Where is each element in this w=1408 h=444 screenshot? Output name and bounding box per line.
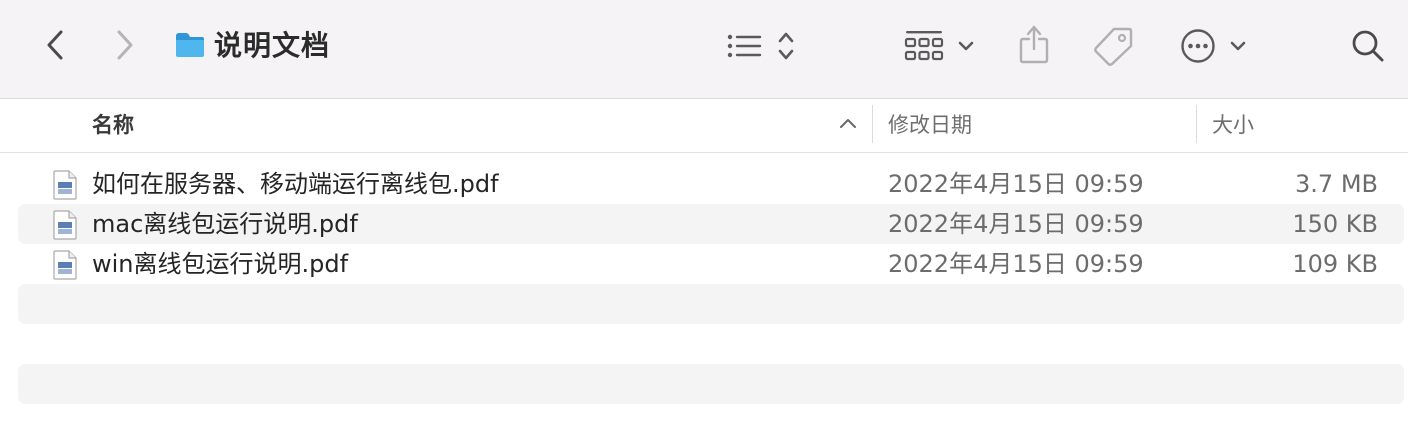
finder-window: 说明文档 名称 修改日期 大小 如何在服务器、移动端运行离线包.pdf 2022… [0, 0, 1408, 444]
pdf-file-icon [53, 170, 77, 200]
column-header-size[interactable]: 大小 [1212, 99, 1254, 152]
column-divider[interactable] [872, 105, 873, 143]
grid-group-icon [904, 31, 944, 61]
toolbar: 说明文档 [0, 0, 1408, 99]
file-name: win离线包运行说明.pdf [92, 250, 349, 278]
chevron-up-icon [840, 119, 856, 128]
file-size: 109 KB [1292, 250, 1378, 278]
tag-icon [1094, 27, 1133, 66]
column-header-row: 名称 修改日期 大小 [0, 99, 1408, 153]
more-actions-button[interactable] [1178, 26, 1218, 66]
search-icon [1352, 30, 1384, 62]
column-header-date[interactable]: 修改日期 [888, 99, 972, 152]
file-size: 3.7 MB [1295, 170, 1378, 198]
back-button[interactable] [38, 26, 72, 64]
empty-row [18, 364, 1404, 404]
file-date: 2022年4月15日 09:59 [888, 210, 1144, 238]
empty-row [18, 284, 1404, 324]
chevron-right-icon [117, 30, 133, 60]
pdf-file-icon [53, 250, 77, 280]
ellipsis-circle-icon [1181, 29, 1215, 63]
sort-ascending-indicator[interactable] [838, 115, 858, 134]
share-icon [1019, 25, 1049, 64]
view-options-button[interactable] [774, 28, 798, 64]
up-down-chevron-icon [778, 32, 794, 60]
window-title: 说明文档 [214, 29, 331, 62]
list-view-button[interactable] [724, 28, 764, 64]
file-row[interactable]: 如何在服务器、移动端运行离线包.pdf 2022年4月15日 09:59 3.7… [18, 164, 1404, 204]
folder-icon [174, 30, 206, 60]
chevron-left-icon [47, 30, 63, 60]
file-size: 150 KB [1292, 210, 1378, 238]
column-divider[interactable] [1196, 105, 1197, 143]
pdf-file-icon [53, 210, 77, 240]
search-button[interactable] [1348, 26, 1388, 66]
file-name: mac离线包运行说明.pdf [92, 210, 358, 238]
chevron-down-icon [1230, 41, 1246, 51]
group-button[interactable] [902, 26, 946, 66]
share-button[interactable] [1016, 22, 1052, 66]
empty-row [18, 324, 1404, 364]
chevron-down-icon [958, 41, 974, 51]
file-date: 2022年4月15日 09:59 [888, 250, 1144, 278]
column-header-name[interactable]: 名称 [92, 99, 134, 152]
file-date: 2022年4月15日 09:59 [888, 170, 1144, 198]
list-view-icon [727, 34, 762, 58]
file-row[interactable]: win离线包运行说明.pdf 2022年4月15日 09:59 109 KB [18, 244, 1404, 284]
group-menu-button[interactable] [954, 34, 978, 58]
file-name: 如何在服务器、移动端运行离线包.pdf [92, 170, 499, 198]
file-row[interactable]: mac离线包运行说明.pdf 2022年4月15日 09:59 150 KB [18, 204, 1404, 244]
tag-button[interactable] [1090, 24, 1136, 68]
more-menu-button[interactable] [1226, 34, 1250, 58]
file-list: 如何在服务器、移动端运行离线包.pdf 2022年4月15日 09:59 3.7… [18, 164, 1404, 404]
forward-button[interactable] [108, 26, 142, 64]
